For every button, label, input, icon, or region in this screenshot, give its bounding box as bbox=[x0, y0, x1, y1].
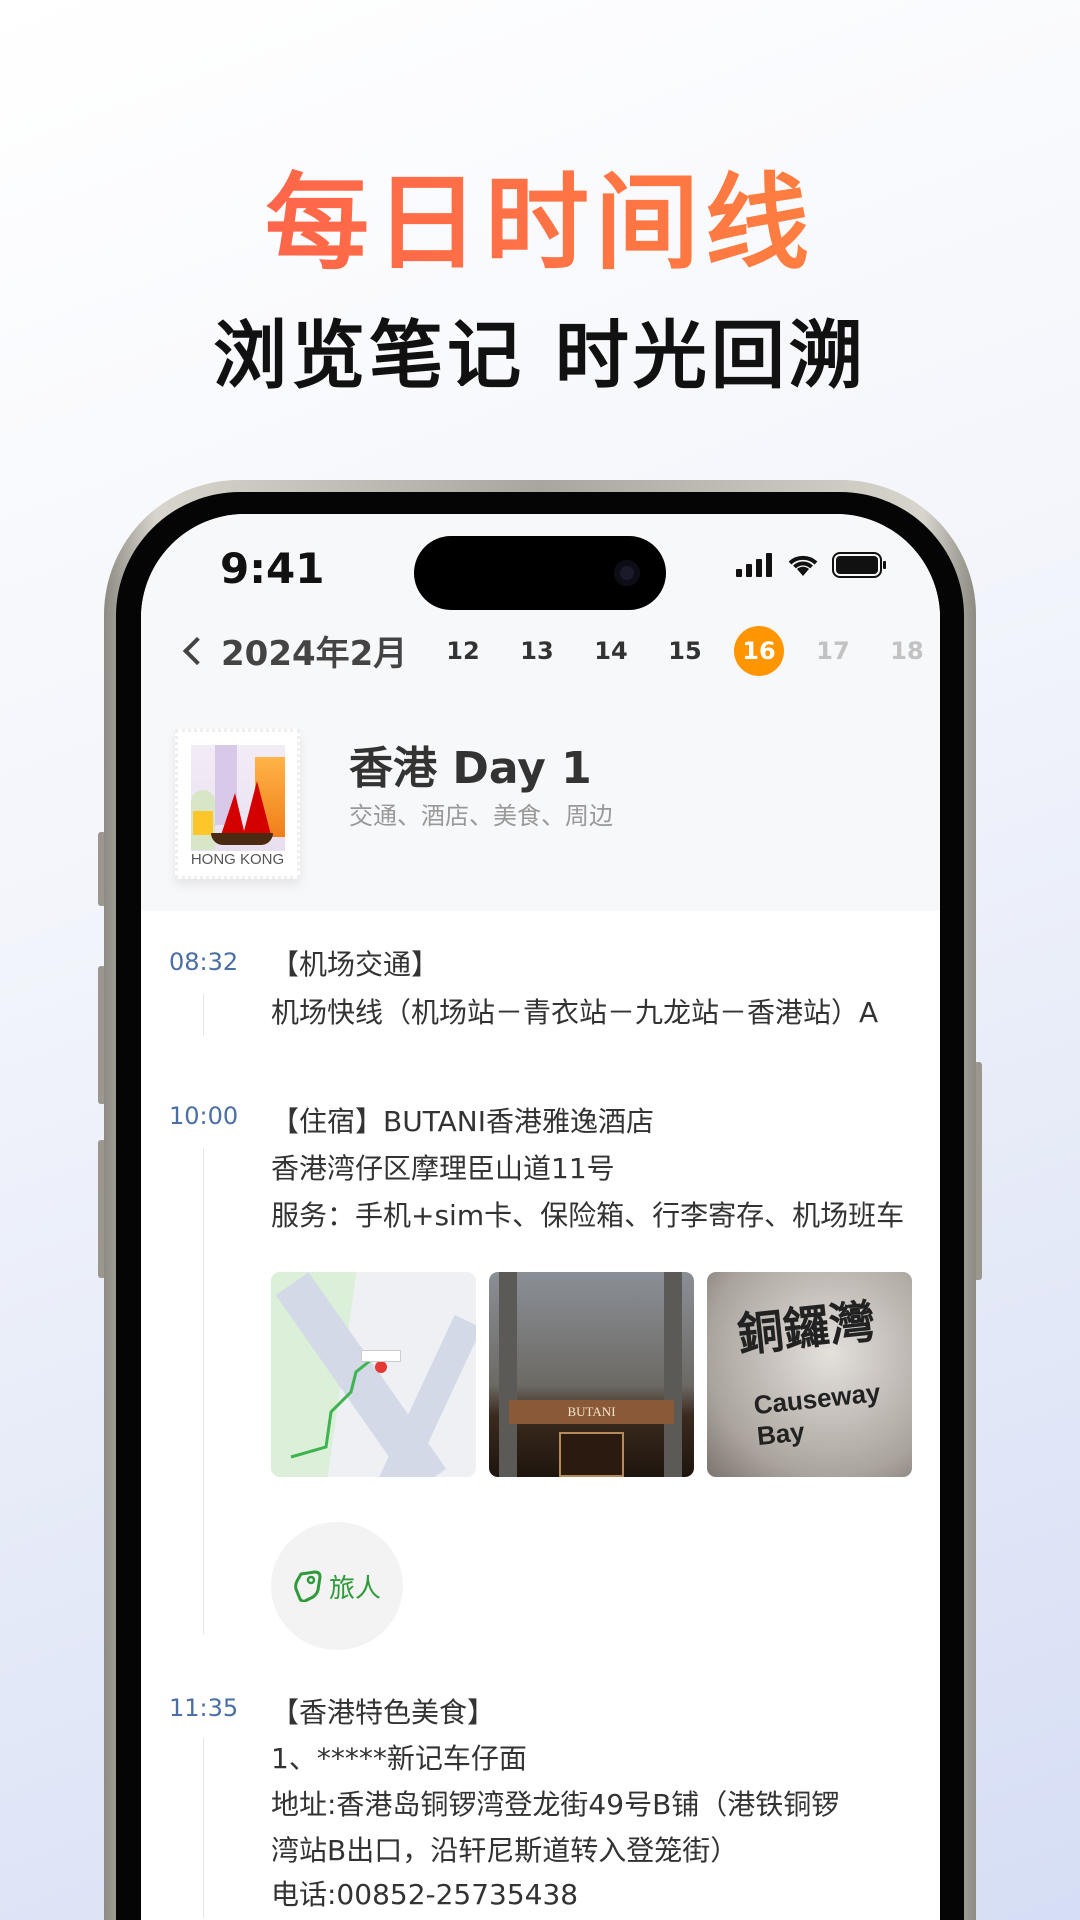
sign-chinese: 銅鑼灣 bbox=[734, 1293, 878, 1363]
month-selector[interactable]: 2024年2月 bbox=[181, 626, 407, 675]
tag-chip[interactable]: 旅人 bbox=[271, 1522, 403, 1650]
entry-text: 香港湾仔区摩理臣山道11号 bbox=[271, 1152, 615, 1185]
date-item[interactable]: 14 bbox=[574, 626, 648, 676]
date-item[interactable]: 12 bbox=[426, 626, 500, 676]
date-item-selected[interactable]: 16 bbox=[722, 626, 796, 676]
battery-icon bbox=[832, 552, 886, 578]
entry-text: 地址:香港岛铜锣湾登龙街49号B铺（港铁铜锣 bbox=[271, 1788, 840, 1821]
timeline-line bbox=[203, 1738, 204, 1918]
app-screen: 9:41 2024年2月 12 13 14 15 16 17 18 HONG K… bbox=[141, 514, 940, 1920]
entry-title: 【机场交通】 bbox=[271, 948, 440, 981]
timeline-line bbox=[203, 994, 204, 1036]
sign-english: Causeway Bay bbox=[752, 1377, 882, 1452]
stamp-label: HONG KONG bbox=[190, 851, 285, 868]
entry-text: 湾站B出口，沿轩尼斯道转入登笼街） bbox=[271, 1834, 739, 1867]
day-title: 香港 Day 1 bbox=[349, 743, 592, 794]
hero-subtitle: 浏览笔记 时光回溯 bbox=[213, 313, 867, 399]
date-item[interactable]: 15 bbox=[648, 626, 722, 676]
day-subtitle: 交通、酒店、美食、周边 bbox=[349, 802, 613, 830]
tag-label: 旅人 bbox=[328, 1573, 381, 1604]
dynamic-island bbox=[414, 536, 666, 610]
date-strip: 12 13 14 15 16 17 18 bbox=[426, 626, 940, 676]
causeway-bay-photo[interactable]: 銅鑼灣 Causeway Bay bbox=[707, 1272, 912, 1477]
signal-icon bbox=[736, 553, 772, 577]
hero-title: 每日时间线 bbox=[0, 138, 1080, 289]
entry-text: 机场快线（机场站－青衣站－九龙站－香港站）A bbox=[271, 996, 879, 1029]
entry-time: 11:35 bbox=[169, 1694, 239, 1722]
entry-title: 【住宿】BUTANI香港雅逸酒店 bbox=[271, 1105, 654, 1138]
entry-title: 【香港特色美食】 bbox=[271, 1696, 496, 1729]
timeline-line bbox=[203, 1148, 204, 1634]
wifi-icon bbox=[788, 555, 818, 576]
entry-time: 08:32 bbox=[169, 948, 239, 976]
map-thumbnail[interactable] bbox=[271, 1272, 476, 1477]
hotel-sign: BUTANI bbox=[509, 1400, 674, 1424]
photo-row: BUTANI 銅鑼灣 Causeway Bay bbox=[271, 1272, 912, 1477]
city-stamp: HONG KONG bbox=[175, 729, 300, 879]
day-header: 9:41 2024年2月 12 13 14 15 16 17 18 HONG K… bbox=[141, 514, 940, 911]
hotel-photo[interactable]: BUTANI bbox=[489, 1272, 694, 1477]
junk-boat-illustration bbox=[191, 745, 285, 851]
tag-icon bbox=[294, 1570, 322, 1602]
month-label: 2024年2月 bbox=[221, 634, 408, 674]
entry-text: 电话:00852-25735438 bbox=[271, 1878, 579, 1911]
date-item[interactable]: 13 bbox=[500, 626, 574, 676]
chevron-left-icon[interactable] bbox=[182, 636, 212, 665]
date-item[interactable]: 17 bbox=[796, 626, 870, 676]
camera-icon bbox=[614, 560, 640, 586]
date-item[interactable]: 18 bbox=[870, 626, 940, 676]
entry-text: 1、*****新记车仔面 bbox=[271, 1742, 527, 1775]
entry-text: 服务：手机+sim卡、保险箱、行李寄存、机场班车 bbox=[271, 1199, 905, 1232]
entry-time: 10:00 bbox=[169, 1102, 239, 1130]
status-time: 9:41 bbox=[220, 544, 325, 593]
